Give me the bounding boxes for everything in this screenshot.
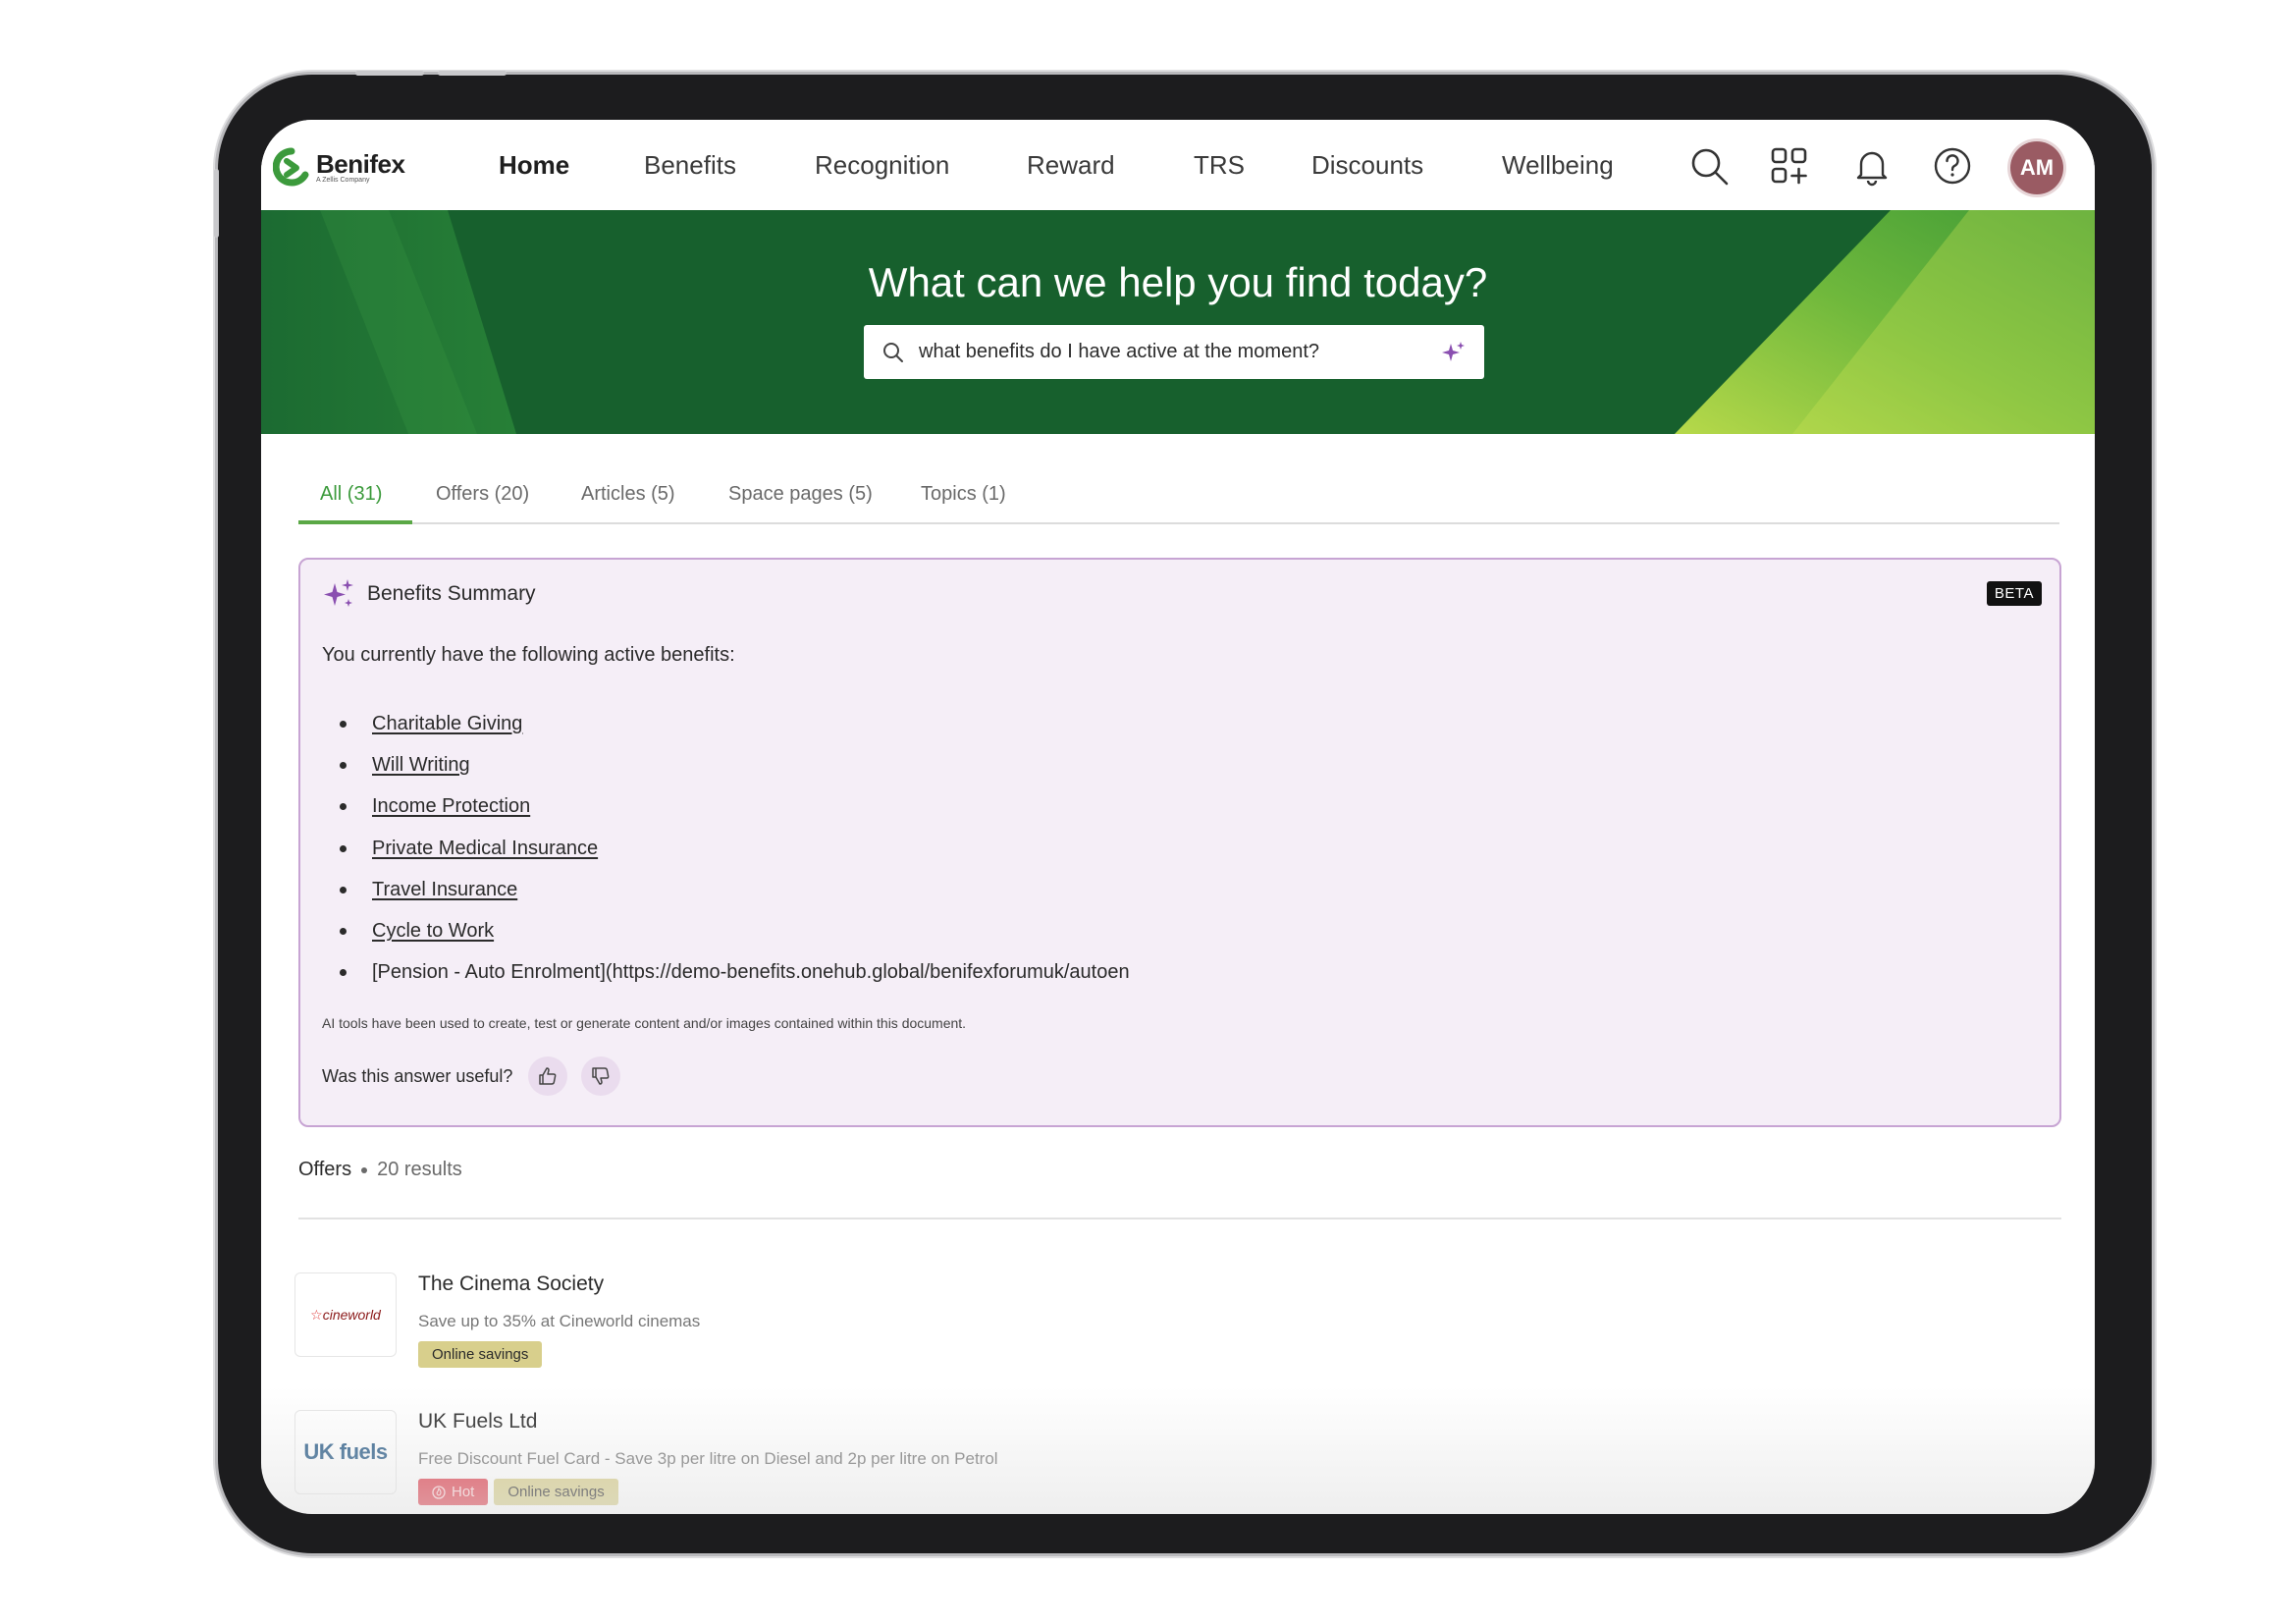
offer-tags: Online savings xyxy=(418,1341,543,1368)
tag-online-savings: Online savings xyxy=(494,1479,618,1505)
summary-title: Benefits Summary xyxy=(367,582,536,605)
nav-item-trs[interactable]: TRS xyxy=(1194,149,1245,181)
active-benefits-list: Charitable Giving Will Writing Income Pr… xyxy=(322,703,1130,994)
benifex-logo-icon xyxy=(273,147,309,187)
offer-name[interactable]: The Cinema Society xyxy=(418,1272,604,1296)
app-screen: Benifex A Zellis Company Home Benefits R… xyxy=(261,120,2095,1514)
tab-offers[interactable]: Offers (20) xyxy=(436,483,529,506)
offer-description: Free Discount Fuel Card - Save 3p per li… xyxy=(418,1449,998,1468)
thumbs-down-button[interactable] xyxy=(581,1056,621,1096)
nav-item-discounts[interactable]: Discounts xyxy=(1311,149,1423,181)
hero-title: What can we help you find today? xyxy=(868,259,1488,305)
list-item: [Pension - Auto Enrolment](https://demo-… xyxy=(322,952,1130,994)
result-tabs: All (31) Offers (20) Articles (5) Space … xyxy=(298,475,2059,524)
beta-badge: BETA xyxy=(1986,581,2042,606)
tab-space-pages[interactable]: Space pages (5) xyxy=(728,483,873,506)
bullet xyxy=(340,886,347,893)
search-icon[interactable] xyxy=(1688,145,1730,187)
nav-item-home[interactable]: Home xyxy=(499,149,569,181)
tag-online-savings: Online savings xyxy=(418,1341,543,1368)
benefits-summary-card: Benefits Summary BETA You currently have… xyxy=(298,558,2061,1127)
offer-item-uk-fuels[interactable]: UK fuels UK Fuels Ltd Free Discount Fuel… xyxy=(294,1410,2061,1514)
separator-dot xyxy=(361,1166,368,1173)
benefit-link-charitable-giving[interactable]: Charitable Giving xyxy=(372,713,522,735)
divider xyxy=(298,1218,2061,1219)
tab-topics[interactable]: Topics (1) xyxy=(921,483,1006,506)
benefit-link-private-medical-insurance[interactable]: Private Medical Insurance xyxy=(372,838,598,860)
tag-hot: Hot xyxy=(418,1479,489,1505)
brand-name: Benifex xyxy=(316,149,405,179)
apps-icon[interactable] xyxy=(1769,145,1810,187)
offer-item-cinema-society[interactable]: ☆cineworld The Cinema Society Save up to… xyxy=(294,1272,2061,1380)
uk-fuels-logo-text: UK fuels xyxy=(303,1439,388,1464)
tab-all[interactable]: All (31) xyxy=(320,483,382,506)
bullet xyxy=(340,928,347,936)
top-nav: Benifex A Zellis Company Home Benefits R… xyxy=(261,120,2095,210)
ai-sparkle-icon[interactable] xyxy=(1441,340,1467,365)
brand-tagline: A Zellis Company xyxy=(316,177,370,184)
nav-item-reward[interactable]: Reward xyxy=(1027,149,1115,181)
bell-icon[interactable] xyxy=(1851,145,1893,187)
offer-tags: Hot Online savings xyxy=(418,1479,618,1505)
tablet-top-button xyxy=(355,71,424,76)
ai-sparkle-icon xyxy=(324,579,353,607)
flame-icon xyxy=(432,1485,446,1499)
user-avatar[interactable]: AM xyxy=(2010,141,2063,194)
list-item: Charitable Giving xyxy=(322,703,1130,744)
list-item: Will Writing xyxy=(322,744,1130,785)
cineworld-logo-text: ☆cineworld xyxy=(310,1306,381,1323)
tag-hot-label: Hot xyxy=(452,1484,475,1500)
offers-section-header: Offers 20 results xyxy=(298,1159,462,1181)
bullet xyxy=(340,969,347,977)
nav-item-benefits[interactable]: Benefits xyxy=(644,149,736,181)
nav-item-wellbeing[interactable]: Wellbeing xyxy=(1502,149,1614,181)
cineworld-logo: ☆cineworld xyxy=(294,1272,397,1357)
benefit-link-will-writing[interactable]: Will Writing xyxy=(372,754,470,777)
ai-disclaimer: AI tools have been used to create, test … xyxy=(322,1015,967,1031)
feedback-row: Was this answer useful? xyxy=(322,1056,621,1096)
offer-description: Save up to 35% at Cineworld cinemas xyxy=(418,1312,701,1330)
bullet xyxy=(340,803,347,811)
offer-name[interactable]: UK Fuels Ltd xyxy=(418,1410,537,1434)
list-item: Income Protection xyxy=(322,786,1130,828)
bullet xyxy=(340,761,347,769)
thumbs-up-icon xyxy=(539,1067,557,1085)
thumbs-down-icon xyxy=(592,1067,610,1085)
feedback-prompt: Was this answer useful? xyxy=(322,1065,513,1086)
nav-item-recognition[interactable]: Recognition xyxy=(815,149,949,181)
uk-fuels-logo: UK fuels xyxy=(294,1410,397,1494)
bullet xyxy=(340,720,347,728)
tablet-top-button xyxy=(438,71,507,76)
hero-decoration xyxy=(261,210,2095,434)
benifex-logo[interactable]: Benifex A Zellis Company xyxy=(273,147,405,189)
offers-label: Offers xyxy=(298,1159,352,1180)
tab-articles[interactable]: Articles (5) xyxy=(581,483,675,506)
list-item: Cycle to Work xyxy=(322,910,1130,951)
list-item: Private Medical Insurance xyxy=(322,828,1130,869)
list-item: Travel Insurance xyxy=(322,869,1130,910)
bullet xyxy=(340,844,347,852)
logo-wordmark: Benifex A Zellis Company xyxy=(316,149,405,185)
summary-header: Benefits Summary xyxy=(322,577,536,611)
benefit-link-cycle-to-work[interactable]: Cycle to Work xyxy=(372,920,494,943)
benefit-link-travel-insurance[interactable]: Travel Insurance xyxy=(372,879,517,901)
benefit-link-income-protection[interactable]: Income Protection xyxy=(372,795,530,818)
help-icon[interactable] xyxy=(1932,145,1973,187)
offers-count: 20 results xyxy=(377,1159,462,1180)
tablet-side-button xyxy=(214,169,219,238)
search-bar[interactable] xyxy=(864,325,1484,379)
benefit-text-pension: [Pension - Auto Enrolment](https://demo-… xyxy=(372,961,1130,984)
summary-intro: You currently have the following active … xyxy=(322,644,735,666)
search-input[interactable] xyxy=(919,341,1441,363)
search-icon xyxy=(883,342,903,362)
thumbs-up-button[interactable] xyxy=(528,1056,568,1096)
active-tab-indicator xyxy=(298,520,412,524)
hero-banner: What can we help you find today? xyxy=(261,210,2095,434)
